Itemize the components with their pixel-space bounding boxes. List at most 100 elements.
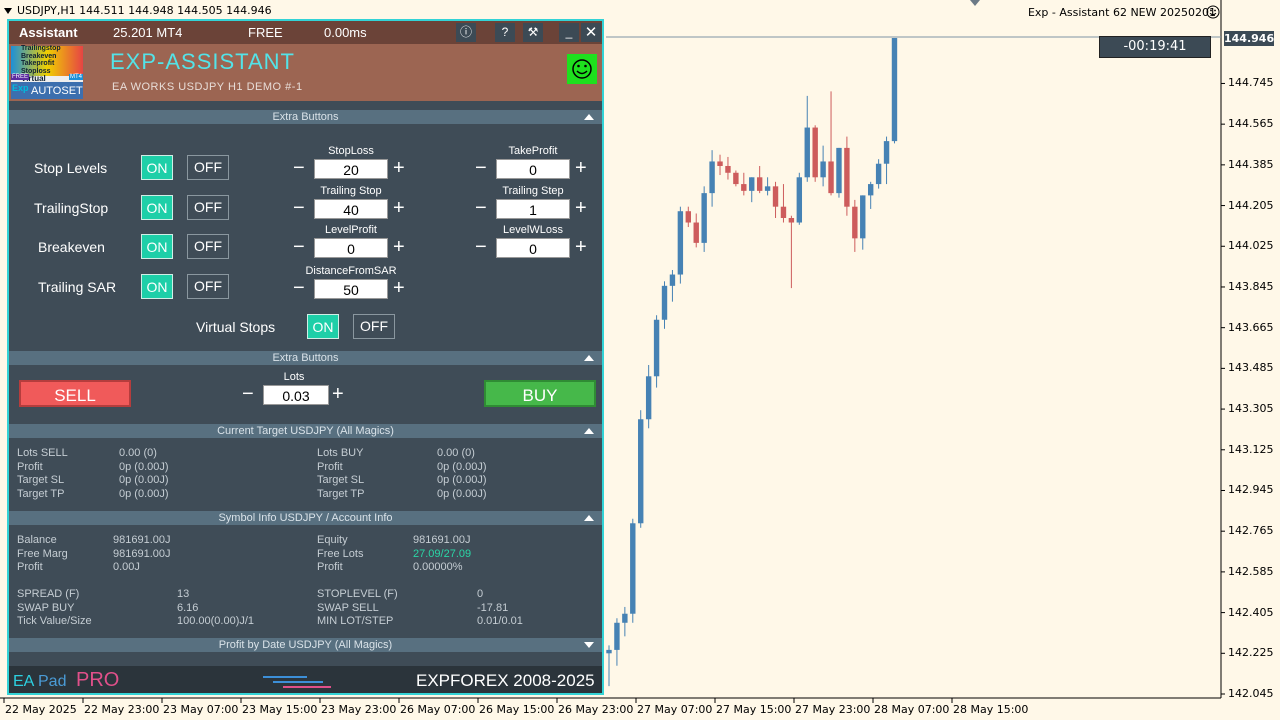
section-profit-by-date[interactable]: Profit by Date USDJPY (All Magics) xyxy=(9,638,602,652)
lots-field[interactable]: 0.03 xyxy=(263,385,329,405)
trailing-step-plus-button[interactable]: + xyxy=(575,198,587,218)
help-icon[interactable]: ? xyxy=(495,23,515,42)
trailing-sar-label: Trailing SAR xyxy=(38,279,117,295)
section-extra-buttons[interactable]: Extra Buttons xyxy=(9,110,602,124)
section-extra-buttons-2[interactable]: Extra Buttons xyxy=(9,351,602,365)
stop-levels-off-button[interactable]: OFF xyxy=(187,155,229,180)
account-left-labels: Balance Free Marg Profit xyxy=(17,534,68,573)
virtual-stops-on-button[interactable]: ON xyxy=(307,314,339,339)
trailing-step-field[interactable]: 1 xyxy=(496,199,570,219)
price-tick-label: 144.025 xyxy=(1228,239,1274,253)
panel-title: Assistant xyxy=(19,25,78,40)
footer-ea-text: EA xyxy=(13,673,35,690)
trailing-sar-on-button[interactable]: ON xyxy=(141,274,173,299)
candle-body xyxy=(883,141,890,164)
collapse-arrow-icon[interactable] xyxy=(584,515,594,521)
stoploss-field[interactable]: 20 xyxy=(314,159,388,179)
date-tick-label: 22 May 23:00 xyxy=(84,703,160,716)
symbol-left-labels: SPREAD (F) SWAP BUY Tick Value/Size xyxy=(17,588,92,627)
candle-body xyxy=(606,649,612,654)
level-profit-plus-button[interactable]: + xyxy=(393,237,405,257)
collapse-arrow-icon[interactable] xyxy=(584,355,594,361)
logo-mt4-badge: MT4 xyxy=(69,74,83,80)
takeprofit-minus-button[interactable]: − xyxy=(475,158,487,178)
takeprofit-field[interactable]: 0 xyxy=(496,159,570,179)
logo-exp-text: Exp xyxy=(12,83,29,93)
trailing-sar-off-button[interactable]: OFF xyxy=(187,274,229,299)
candle-body xyxy=(614,622,620,650)
lots-plus-button[interactable]: + xyxy=(332,384,344,404)
footer-pad-text: Pad xyxy=(38,673,67,690)
tools-icon[interactable]: ⚒ xyxy=(523,23,543,42)
panel-titlebar[interactable]: Assistant 25.201 MT4 FREE 0.00ms ⓘ ? ⚒ _… xyxy=(9,21,602,44)
breakeven-label: Breakeven xyxy=(38,239,105,255)
date-tick-label: 26 May 07:00 xyxy=(400,703,476,716)
logo-free-badge: FREE xyxy=(11,74,30,80)
virtual-stops-label: Virtual Stops xyxy=(196,319,276,335)
bar-timer: -00:19:41 xyxy=(1099,36,1211,58)
trailing-step-minus-button[interactable]: − xyxy=(475,198,487,218)
version-label: 25.201 MT4 xyxy=(113,25,183,40)
candle-body xyxy=(764,186,771,191)
price-tick-label: 142.945 xyxy=(1228,483,1274,497)
candle-body xyxy=(804,127,810,178)
level-profit-minus-button[interactable]: − xyxy=(293,237,305,257)
info-icon[interactable]: ⓘ xyxy=(456,23,476,42)
minimize-button[interactable]: _ xyxy=(559,23,579,42)
collapse-arrow-icon[interactable] xyxy=(584,428,594,434)
date-tick-label: 27 May 23:00 xyxy=(795,703,871,716)
section-symbol-info[interactable]: Symbol Info USDJPY / Account Info xyxy=(9,511,602,525)
candle-body xyxy=(709,161,715,194)
ea-title: EXP-ASSISTANT xyxy=(110,49,295,74)
dropdown-arrow-icon[interactable] xyxy=(4,8,12,14)
chart-shift-marker-icon xyxy=(970,0,980,6)
price-tick-label: 144.565 xyxy=(1228,117,1274,131)
sell-button[interactable]: SELL xyxy=(19,380,131,407)
stoploss-plus-button[interactable]: + xyxy=(393,158,405,178)
buy-button[interactable]: BUY xyxy=(484,380,596,407)
trailing-stop-field[interactable]: 40 xyxy=(314,199,388,219)
stoploss-minus-button[interactable]: − xyxy=(293,158,305,178)
distance-sar-field[interactable]: 50 xyxy=(314,279,388,299)
candle-body xyxy=(756,177,763,191)
price-tick-label: 143.845 xyxy=(1228,279,1274,293)
expand-arrow-icon[interactable] xyxy=(584,642,594,648)
trailing-stop-off-button[interactable]: OFF xyxy=(187,195,229,220)
level-wloss-plus-button[interactable]: + xyxy=(575,237,587,257)
takeprofit-plus-button[interactable]: + xyxy=(575,158,587,178)
trailing-stop-plus-button[interactable]: + xyxy=(393,198,405,218)
price-tick-label: 142.045 xyxy=(1228,687,1274,700)
lots-minus-button[interactable]: − xyxy=(242,384,254,404)
candle-body xyxy=(836,147,842,194)
target-left-labels: Lots SELL Profit Target SL Target TP xyxy=(17,447,68,500)
status-smiley-icon[interactable] xyxy=(567,54,597,84)
distance-sar-plus-button[interactable]: + xyxy=(393,278,405,298)
account-right-values: 981691.00J 27.09/27.09 0.00000% xyxy=(413,534,472,573)
level-wloss-field[interactable]: 0 xyxy=(496,238,570,258)
stop-levels-on-button[interactable]: ON xyxy=(141,155,173,180)
footer-copyright: EXPFOREX 2008-2025 xyxy=(416,671,595,690)
candle-body xyxy=(812,127,818,178)
distance-sar-minus-button[interactable]: − xyxy=(293,278,305,298)
level-wloss-minus-button[interactable]: − xyxy=(475,237,487,257)
level-profit-label: LevelProfit xyxy=(325,224,377,236)
price-tick-label: 143.125 xyxy=(1228,442,1274,456)
section-current-target[interactable]: Current Target USDJPY (All Magics) xyxy=(9,424,602,438)
breakeven-off-button[interactable]: OFF xyxy=(187,234,229,259)
trailing-stop-minus-button[interactable]: − xyxy=(293,198,305,218)
level-profit-field[interactable]: 0 xyxy=(314,238,388,258)
close-button[interactable]: ✕ xyxy=(581,23,601,42)
candle-body xyxy=(677,211,684,275)
breakeven-on-button[interactable]: ON xyxy=(141,234,173,259)
candle-body xyxy=(891,38,898,142)
date-tick-label: 23 May 07:00 xyxy=(163,703,239,716)
trailing-stop-label: TrailingStop xyxy=(34,200,109,216)
collapse-arrow-icon[interactable] xyxy=(584,114,594,120)
trailing-stop-field-label: Trailing Stop xyxy=(320,185,382,197)
virtual-stops-off-button[interactable]: OFF xyxy=(353,314,395,339)
candle-body xyxy=(741,184,747,191)
candle-body xyxy=(733,172,739,185)
date-tick-label: 27 May 15:00 xyxy=(716,703,792,716)
symbol-right-labels: STOPLEVEL (F) SWAP SELL MIN LOT/STEP xyxy=(317,588,398,627)
trailing-stop-on-button[interactable]: ON xyxy=(141,195,173,220)
